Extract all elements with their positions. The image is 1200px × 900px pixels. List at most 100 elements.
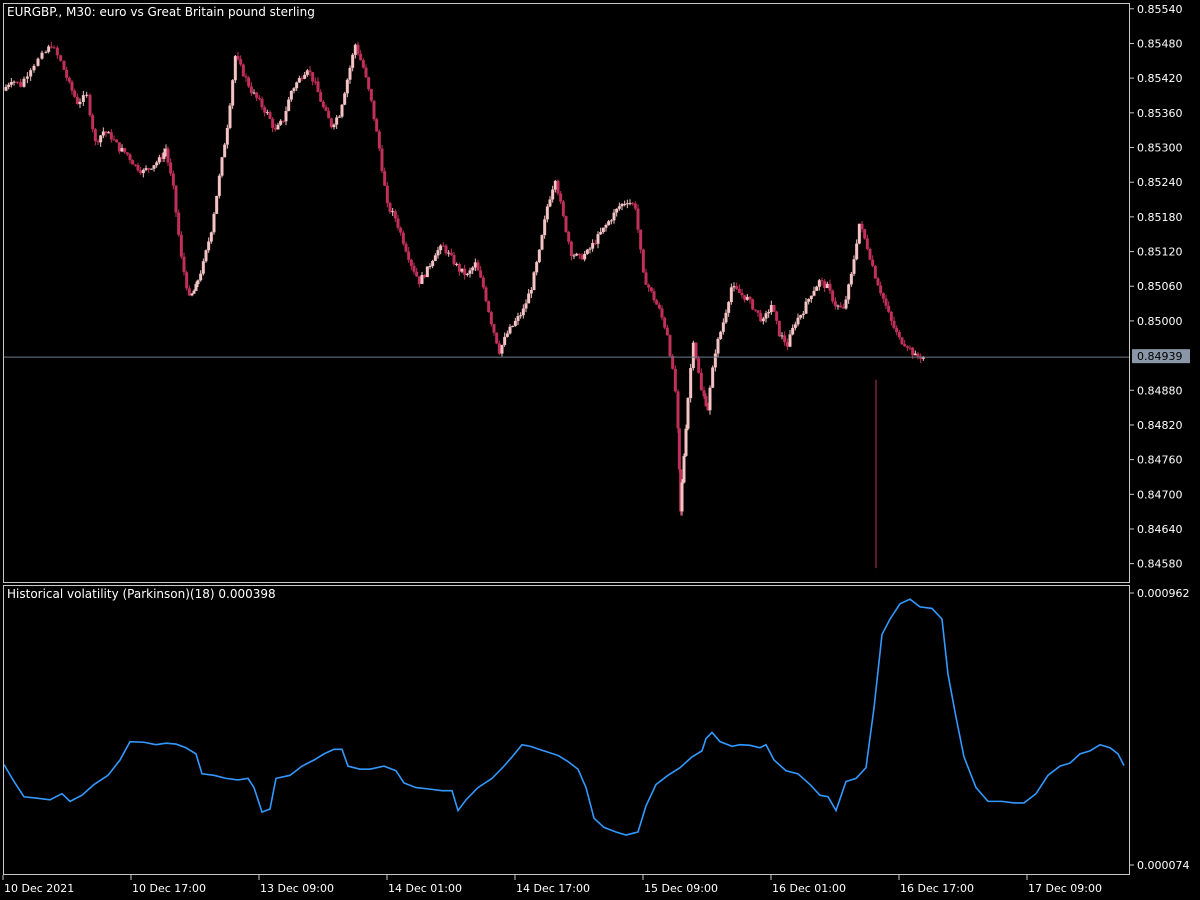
candle-body	[321, 101, 325, 108]
time-axis-tick-label: 16 Dec 17:00	[900, 882, 974, 895]
candle-body	[743, 295, 747, 300]
candle-body	[316, 81, 320, 93]
candle-body	[209, 232, 213, 242]
candle-body	[828, 283, 832, 291]
candle-body	[295, 82, 299, 89]
candle-body	[785, 342, 789, 347]
candle-body	[708, 387, 712, 411]
volatility-indicator-pane[interactable]: Historical volatility (Parkinson)(18) 0.…	[3, 585, 1130, 875]
candle-body	[887, 305, 891, 312]
candle-body	[804, 301, 808, 314]
candle-body	[300, 78, 304, 80]
candle-body	[348, 67, 352, 80]
candle-body	[252, 92, 256, 94]
candle-body	[9, 82, 13, 85]
candle-body	[131, 160, 135, 165]
candle-body	[22, 78, 26, 87]
candle-body	[780, 335, 784, 337]
candle-body	[591, 243, 595, 249]
candle-body	[577, 253, 581, 256]
candle-body	[44, 51, 48, 53]
candle-body	[157, 157, 161, 163]
candle-body	[136, 164, 140, 171]
candle-body	[303, 74, 307, 79]
candle-body	[769, 305, 773, 313]
candle-body	[101, 131, 105, 136]
candle-body	[166, 148, 170, 163]
price-axis-tick-label: 0.85060	[1137, 280, 1183, 293]
candle-body	[756, 310, 760, 313]
candle-body	[839, 305, 843, 308]
candle-body	[676, 391, 680, 429]
candle-body	[572, 255, 576, 257]
candle-body	[32, 65, 36, 71]
candle-body	[265, 112, 269, 114]
time-axis-tick-label: 13 Dec 09:00	[260, 882, 334, 895]
candle-body	[849, 273, 853, 285]
candle-body	[468, 270, 472, 274]
candle-body	[655, 300, 659, 305]
candle-body	[492, 324, 496, 333]
candle-body	[91, 115, 95, 130]
price-chart-pane[interactable]: EURGBP., M30: euro vs Great Britain poun…	[3, 3, 1130, 583]
candle-body	[359, 53, 363, 61]
candle-body	[647, 284, 651, 288]
candle-body	[519, 315, 523, 317]
candle-body	[396, 218, 400, 228]
candle-body	[593, 243, 597, 245]
candle-body	[540, 235, 544, 250]
candle-body	[694, 342, 698, 359]
candle-body	[4, 86, 8, 91]
volatility-line	[4, 598, 1125, 836]
candle-body	[903, 344, 907, 347]
candle-body	[29, 70, 33, 77]
candle-body	[553, 180, 557, 190]
candle-body	[141, 169, 145, 174]
price-axis-tick-label: 0.85360	[1137, 107, 1183, 120]
candle-body	[628, 203, 632, 205]
candle-body	[812, 290, 816, 296]
candle-body	[169, 162, 173, 174]
candle-body	[404, 243, 408, 252]
candle-body	[305, 70, 309, 75]
candle-body	[236, 56, 240, 60]
candle-body	[620, 203, 624, 207]
candle-body	[615, 208, 619, 213]
candle-body	[128, 154, 132, 161]
candle-body	[607, 221, 611, 226]
time-axis-tick-label: 16 Dec 01:00	[772, 882, 846, 895]
candle-body	[70, 81, 74, 91]
candle-body	[871, 259, 875, 266]
candle-body	[497, 343, 501, 354]
candle-body	[879, 285, 883, 294]
candle-body	[351, 54, 355, 68]
candle-body	[639, 229, 643, 250]
candle-body	[671, 356, 675, 369]
candle-body	[174, 185, 178, 213]
candle-body	[377, 131, 381, 149]
candle-body	[612, 212, 616, 221]
candle-body	[391, 211, 395, 213]
candle-body	[495, 332, 499, 344]
candle-body	[52, 47, 56, 49]
candle-body	[636, 208, 640, 230]
candle-body	[847, 284, 851, 300]
candle-body	[313, 81, 317, 83]
candle-body	[287, 99, 291, 112]
candle-body	[196, 280, 200, 285]
candle-body	[900, 337, 904, 345]
candle-body	[257, 97, 261, 100]
candle-body	[388, 203, 392, 213]
candle-body	[476, 262, 480, 271]
candle-body	[372, 100, 376, 120]
candle-body	[745, 296, 749, 300]
candle-body	[19, 81, 23, 87]
candle-body	[417, 276, 421, 284]
candle-body	[263, 107, 267, 113]
candle-body	[751, 299, 755, 310]
candle-body	[329, 118, 333, 128]
candle-body	[364, 67, 368, 78]
candle-body	[428, 265, 432, 267]
candle-body	[88, 94, 92, 116]
candle-body	[276, 124, 280, 130]
